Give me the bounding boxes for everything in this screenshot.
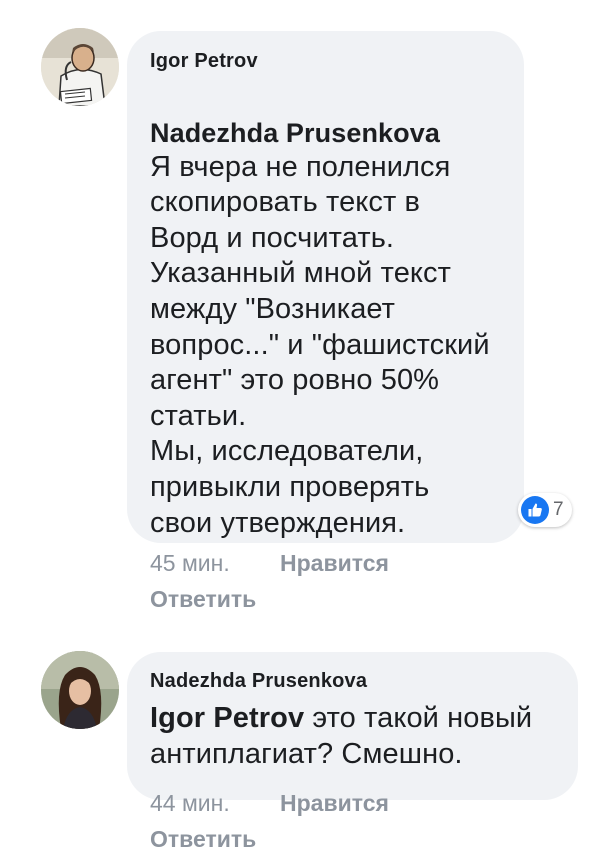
comment-time[interactable]: 45 мин. bbox=[150, 550, 230, 577]
reply-button[interactable]: Ответить bbox=[150, 586, 256, 613]
reply-mention[interactable]: Igor Petrov bbox=[150, 702, 304, 734]
reaction-summary[interactable]: 7 bbox=[518, 493, 572, 527]
comment-text: Nadezhda Prusenkova Я вчера не поленился … bbox=[150, 80, 520, 541]
like-button[interactable]: Нравится bbox=[280, 550, 389, 577]
user-photo-icon bbox=[41, 651, 119, 729]
timestamp[interactable]: 45 мин. bbox=[150, 550, 230, 576]
reaction-count: 7 bbox=[553, 499, 564, 520]
user-photo-icon bbox=[41, 28, 119, 106]
comment: Igor Petrov Nadezhda Prusenkova Я вчера н… bbox=[0, 0, 600, 620]
comment-text-body: Я вчера не поленился скопировать текст в… bbox=[150, 150, 490, 539]
timestamp[interactable]: 44 мин. bbox=[150, 790, 230, 816]
reply-button[interactable]: Ответить bbox=[150, 826, 256, 853]
comment-time[interactable]: 44 мин. bbox=[150, 790, 230, 817]
thumbs-up-icon bbox=[521, 496, 549, 524]
avatar[interactable] bbox=[41, 651, 119, 729]
comment: Nadezhda Prusenkova Igor Petrov это тако… bbox=[0, 640, 600, 863]
comment-author[interactable]: Igor Petrov bbox=[150, 50, 258, 73]
reply-mention[interactable]: Nadezhda Prusenkova bbox=[150, 116, 520, 150]
like-button[interactable]: Нравится bbox=[280, 790, 389, 817]
avatar[interactable] bbox=[41, 28, 119, 106]
comment-text: Igor Petrov это такой новый антиплагиат?… bbox=[150, 701, 570, 772]
comment-author[interactable]: Nadezhda Prusenkova bbox=[150, 670, 367, 693]
